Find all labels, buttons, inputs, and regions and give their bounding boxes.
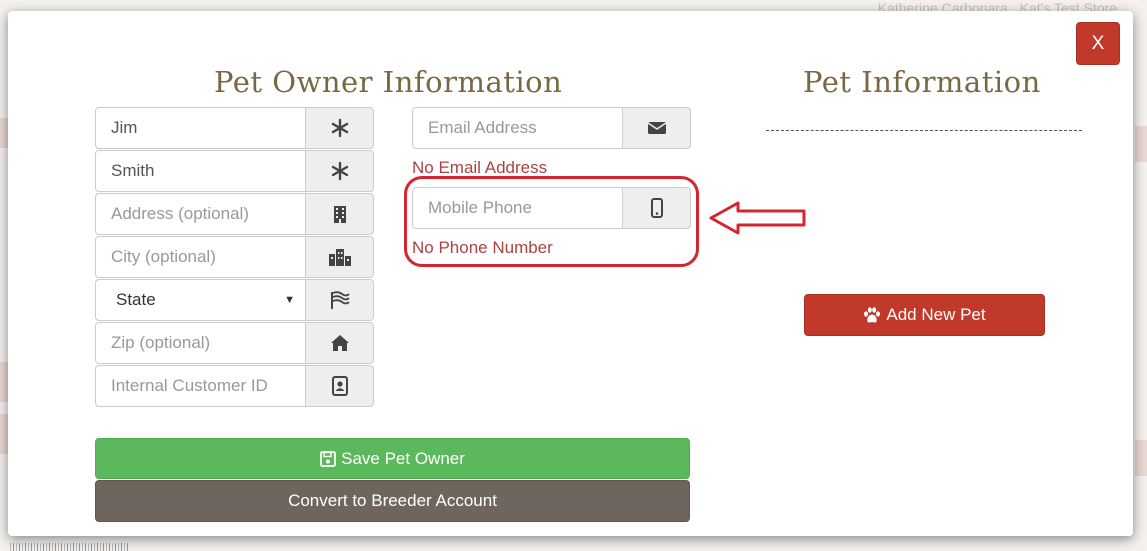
city-input[interactable]: City (optional) bbox=[95, 236, 305, 278]
zip-input[interactable]: Zip (optional) bbox=[95, 322, 305, 364]
asterisk-icon bbox=[305, 150, 374, 192]
add-new-pet-button[interactable]: Add New Pet bbox=[804, 294, 1045, 336]
state-select[interactable]: State ▼ bbox=[95, 279, 305, 321]
last-name-group: Smith bbox=[95, 150, 374, 192]
pet-list-divider bbox=[766, 130, 1082, 131]
floppy-disk-icon bbox=[320, 450, 337, 467]
save-pet-owner-button[interactable]: Save Pet Owner bbox=[95, 438, 690, 479]
background-barcode bbox=[10, 543, 130, 551]
state-select-value: State bbox=[116, 290, 156, 309]
customer-id-group: Internal Customer ID bbox=[95, 365, 374, 407]
background-right-tab bbox=[1135, 126, 1147, 162]
last-name-input[interactable]: Smith bbox=[95, 150, 305, 192]
convert-to-breeder-label: Convert to Breeder Account bbox=[288, 491, 497, 510]
pet-section-title: Pet Information bbox=[803, 65, 1041, 99]
chevron-down-icon: ▼ bbox=[284, 294, 295, 306]
first-name-group: Jim bbox=[95, 107, 374, 149]
address-input[interactable]: Address (optional) bbox=[95, 193, 305, 235]
customer-id-input[interactable]: Internal Customer ID bbox=[95, 365, 305, 407]
add-new-pet-label: Add New Pet bbox=[886, 305, 986, 324]
pet-owner-modal: X Pet Owner Information Pet Information … bbox=[8, 11, 1133, 536]
id-card-icon bbox=[305, 365, 374, 407]
address-group: Address (optional) bbox=[95, 193, 374, 235]
city-group: City (optional) bbox=[95, 236, 374, 278]
first-name-input[interactable]: Jim bbox=[95, 107, 305, 149]
asterisk-icon bbox=[305, 107, 374, 149]
phone-highlight-annotation bbox=[404, 176, 699, 267]
save-pet-owner-label: Save Pet Owner bbox=[341, 448, 465, 468]
flag-icon bbox=[305, 279, 374, 321]
zip-group: Zip (optional) bbox=[95, 322, 374, 364]
email-error-message: No Email Address bbox=[412, 158, 548, 177]
paw-icon bbox=[864, 306, 881, 323]
city-icon bbox=[305, 236, 374, 278]
arrow-left-icon bbox=[709, 201, 806, 235]
email-group: Email Address bbox=[412, 107, 691, 149]
convert-to-breeder-button[interactable]: Convert to Breeder Account bbox=[95, 480, 690, 522]
email-input[interactable]: Email Address bbox=[412, 107, 622, 149]
owner-section-title: Pet Owner Information bbox=[214, 65, 563, 99]
background-right-tab bbox=[1135, 440, 1147, 476]
close-button[interactable]: X bbox=[1076, 22, 1120, 65]
envelope-icon bbox=[622, 107, 691, 149]
state-group: State ▼ bbox=[95, 279, 374, 321]
home-icon bbox=[305, 322, 374, 364]
building-icon bbox=[305, 193, 374, 235]
